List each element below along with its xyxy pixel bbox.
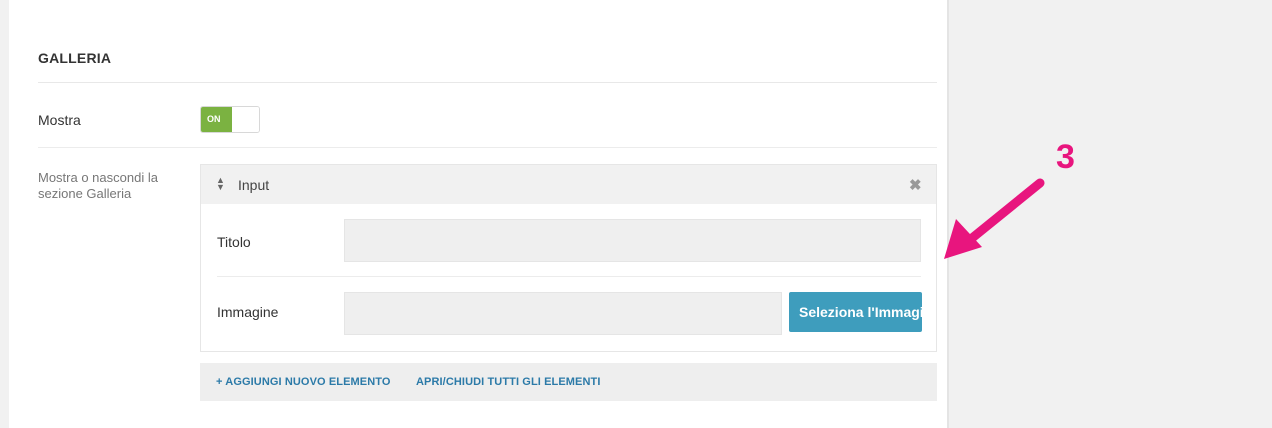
show-description: Mostra o nascondi la sezione Galleria xyxy=(38,170,158,201)
repeater-item: ▲ ▼ Input ✖ Titolo Immagine Seleziona l'I… xyxy=(200,164,937,352)
sort-icon[interactable]: ▲ ▼ xyxy=(216,176,226,192)
left-gutter xyxy=(0,0,9,428)
divider xyxy=(38,147,937,148)
repeater-actions-bar: + AGGIUNGI NUOVO ELEMENTO APRI/CHIUDI TU… xyxy=(200,363,937,401)
toggle-knob xyxy=(232,107,259,132)
title-input[interactable] xyxy=(344,219,921,262)
toggle-on-label: ON xyxy=(201,107,232,132)
image-label: Immagine xyxy=(217,304,279,320)
close-icon[interactable]: ✖ xyxy=(909,176,922,194)
image-input[interactable] xyxy=(344,292,782,335)
arrow-icon xyxy=(944,178,1045,259)
annotation-number: 3 xyxy=(1056,138,1075,176)
divider xyxy=(38,82,937,83)
add-element-link[interactable]: + AGGIUNGI NUOVO ELEMENTO xyxy=(216,376,391,388)
show-label: Mostra xyxy=(38,112,81,128)
divider xyxy=(217,276,921,277)
title-label: Titolo xyxy=(217,234,251,250)
select-image-button[interactable]: Seleziona l'Immagine xyxy=(789,292,922,332)
repeater-item-header[interactable]: ▲ ▼ Input ✖ xyxy=(201,165,936,204)
show-toggle[interactable]: ON xyxy=(200,106,260,133)
toggle-all-elements-link[interactable]: APRI/CHIUDI TUTTI GLI ELEMENTI xyxy=(416,376,601,388)
repeater-item-title: Input xyxy=(238,177,270,193)
section-title: GALLERIA xyxy=(38,50,112,66)
